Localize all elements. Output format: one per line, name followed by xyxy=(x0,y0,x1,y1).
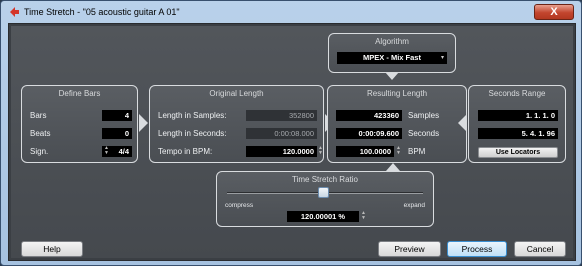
dialog-body: Algorithm MPEX - Mix Fast ▾ Define Bars … xyxy=(8,23,576,261)
tempo-bpm-label: Tempo in BPM: xyxy=(158,147,213,156)
beats-label: Beats xyxy=(30,129,51,138)
tempo-bpm-field[interactable]: 120.0000 xyxy=(246,146,317,157)
algorithm-panel: Algorithm MPEX - Mix Fast ▾ xyxy=(328,33,456,73)
algorithm-connector-arrow xyxy=(385,72,399,80)
ratio-connector-arrow xyxy=(386,163,400,171)
resulting-samples-field[interactable]: 423360 xyxy=(336,110,402,121)
use-locators-button[interactable]: Use Locators xyxy=(478,147,558,158)
tempo-stepper-icon[interactable]: ▲ ▼ xyxy=(318,146,323,157)
length-seconds-label: Length in Seconds: xyxy=(158,129,227,138)
window-title: Time Stretch - "05 acoustic guitar A 01" xyxy=(24,7,180,17)
ratio-slider-thumb[interactable] xyxy=(317,187,329,198)
define-bars-title: Define Bars xyxy=(58,89,101,98)
define-bars-connector-arrow xyxy=(139,114,148,132)
compress-label: compress xyxy=(225,202,254,209)
expand-label: expand xyxy=(403,202,425,209)
close-button[interactable]: X xyxy=(534,4,574,20)
bars-field[interactable]: 4 xyxy=(102,110,132,121)
sign-label: Sign. xyxy=(30,147,49,156)
resulting-seconds-field[interactable]: 0:00:09.600 xyxy=(336,128,402,139)
algorithm-selected-value: MPEX - Mix Fast xyxy=(363,53,421,62)
length-seconds-field: 0:00:08.000 xyxy=(246,128,317,139)
time-stretch-ratio-panel: Time Stretch Ratio compress expand 120.0… xyxy=(216,171,434,227)
length-samples-label: Length in Samples: xyxy=(158,111,227,120)
seconds-range-connector-arrow xyxy=(458,114,467,132)
sign-stepper-icon[interactable]: ▲ ▼ xyxy=(104,146,109,157)
beats-field[interactable]: 0 xyxy=(102,128,132,139)
resulting-length-title: Resulting Length xyxy=(366,89,428,98)
define-bars-panel: Define Bars Bars 4 Beats 0 Sign. 4/4 ▲ ▼ xyxy=(21,85,138,163)
original-length-panel: Original Length Length in Samples: 35280… xyxy=(149,85,324,163)
range-end-field[interactable]: 5. 4. 1. 96 xyxy=(478,128,558,139)
seconds-range-panel: Seconds Range 1. 1. 1. 0 5. 4. 1. 96 Use… xyxy=(468,85,566,163)
ratio-title: Time Stretch Ratio xyxy=(292,175,358,184)
process-button[interactable]: Process xyxy=(447,241,507,257)
preview-button[interactable]: Preview xyxy=(378,241,441,257)
resulting-bpm-label: BPM xyxy=(408,147,426,156)
algorithm-select[interactable]: MPEX - Mix Fast ▾ xyxy=(337,52,447,64)
app-icon xyxy=(8,6,20,18)
resulting-samples-label: Samples xyxy=(408,111,440,120)
dropdown-arrow-icon: ▾ xyxy=(440,55,444,61)
bars-label: Bars xyxy=(30,111,47,120)
resulting-bpm-stepper-icon[interactable]: ▲ ▼ xyxy=(396,146,401,157)
close-icon: X xyxy=(550,6,558,18)
cancel-button[interactable]: Cancel xyxy=(514,241,566,257)
original-length-title: Original Length xyxy=(209,89,264,98)
resulting-length-panel: Resulting Length 423360 Samples 0:00:09.… xyxy=(327,85,467,163)
ratio-value-field[interactable]: 120.00001 % xyxy=(287,211,359,222)
algorithm-title: Algorithm xyxy=(375,37,409,46)
time-stretch-window: Time Stretch - "05 acoustic guitar A 01"… xyxy=(0,0,582,266)
length-samples-field: 352800 xyxy=(246,110,317,121)
ratio-stepper-icon[interactable]: ▲ ▼ xyxy=(361,211,366,222)
title-bar[interactable]: Time Stretch - "05 acoustic guitar A 01"… xyxy=(2,2,580,22)
resulting-seconds-label: Seconds xyxy=(408,129,440,138)
seconds-range-title: Seconds Range xyxy=(488,89,546,98)
help-button[interactable]: Help xyxy=(21,241,83,257)
resulting-bpm-field[interactable]: 100.0000 xyxy=(336,146,394,157)
range-start-field[interactable]: 1. 1. 1. 0 xyxy=(478,110,558,121)
